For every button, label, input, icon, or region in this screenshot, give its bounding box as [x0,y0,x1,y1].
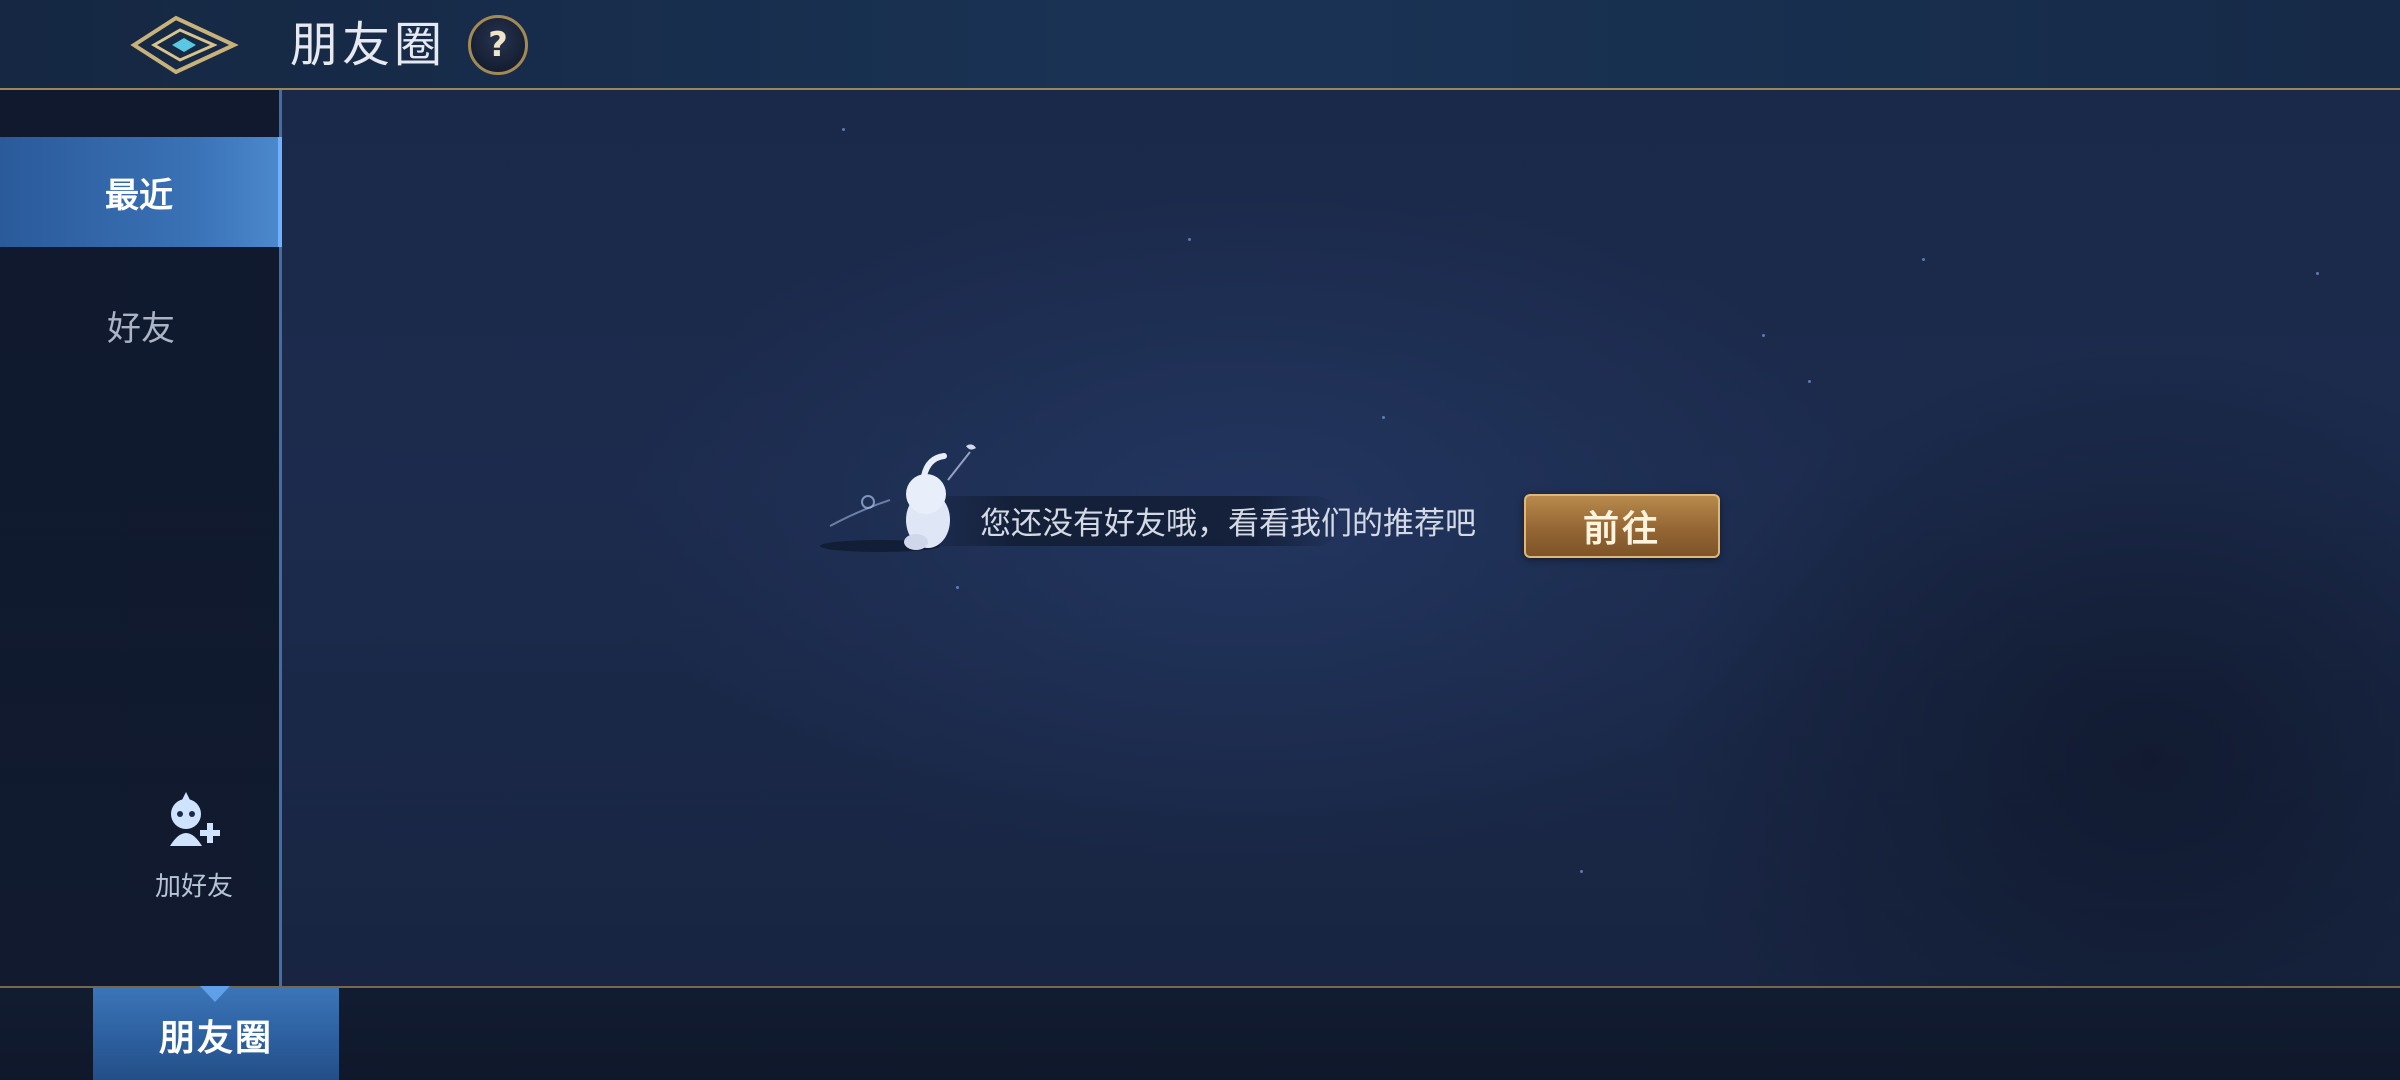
sidebar: 最近 好友 加好友 [0,90,282,986]
star-decoration [1762,334,1765,337]
add-friend-button[interactable]: 加好友 [130,790,258,910]
star-decoration [1382,416,1385,419]
add-friend-label: 加好友 [154,872,233,902]
mascot-illustration [820,444,976,552]
star-decoration [2316,272,2319,275]
empty-state-message: 您还没有好友哦，看看我们的推荐吧 [980,506,1476,542]
goto-recommendations-button[interactable]: 前往 [1524,494,1720,558]
back-arrow-icon [130,15,239,75]
star-decoration [1188,238,1191,241]
page-title: 朋友圈 [290,17,447,73]
friends-circle-screen: 朋友圈 ? 最近 好友 加好友 您还没有好友哦，看看我们的推荐吧 前往 朋友圈 [0,0,2400,1080]
star-decoration [1922,258,1925,261]
sidebar-item-friends[interactable]: 好友 [0,270,282,380]
star-decoration [956,586,959,589]
top-bar: 朋友圈 ? [0,0,2400,90]
tab-indicator-icon [200,986,230,1002]
sidebar-item-label: 最近 [105,175,173,216]
sidebar-item-recent[interactable]: 最近 [0,137,282,247]
bottom-bar: 朋友圈 [0,986,2400,1080]
add-friend-icon [170,792,220,846]
star-decoration [1580,870,1583,873]
star-decoration [842,128,845,131]
help-button[interactable]: ? [468,15,528,75]
star-decoration [1808,380,1811,383]
back-button[interactable] [128,12,240,78]
sidebar-item-label: 好友 [107,308,175,349]
tab-label: 朋友圈 [158,1018,273,1059]
help-icon: ? [488,25,508,65]
goto-button-label: 前往 [1582,509,1661,550]
